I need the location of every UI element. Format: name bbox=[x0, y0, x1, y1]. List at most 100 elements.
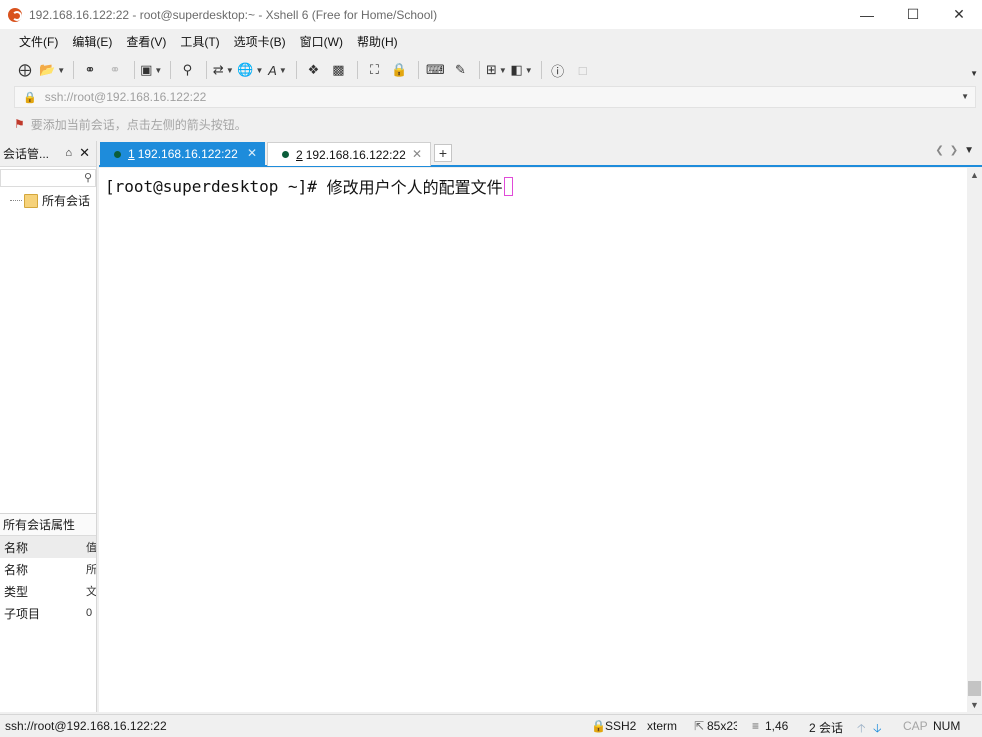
toolbar-divider bbox=[540, 61, 542, 79]
new-tab-button[interactable]: ⊞ ▼ bbox=[485, 59, 507, 81]
disconnect-button[interactable]: ⚭ bbox=[104, 59, 126, 81]
scroll-down-icon[interactable]: ▼ bbox=[970, 700, 979, 710]
menu-help[interactable]: 帮助(H) bbox=[350, 33, 405, 50]
layout-button[interactable]: ◧ ▼ bbox=[510, 59, 532, 81]
xftp-icon: ❖ bbox=[307, 62, 320, 77]
menu-tools[interactable]: 工具(T) bbox=[173, 33, 226, 50]
close-icon[interactable]: ✕ bbox=[79, 145, 90, 161]
close-tab-icon[interactable]: ✕ bbox=[412, 147, 422, 161]
chevron-right-icon[interactable]: ❯ bbox=[950, 145, 958, 156]
transfer-button[interactable]: ⇄ ▼ bbox=[212, 59, 234, 81]
scrollbar-thumb[interactable] bbox=[968, 681, 981, 696]
address-bar[interactable]: 🔒 ssh://root@192.168.16.122:22 ▼ bbox=[14, 86, 976, 108]
tab-navigation: ❮ ❯ ▼ bbox=[935, 145, 974, 156]
menu-tabs[interactable]: 选项卡(B) bbox=[227, 33, 293, 50]
lock-button[interactable]: 🔒 bbox=[388, 59, 410, 81]
pin-icon[interactable]: ⌂ bbox=[65, 147, 72, 159]
chevron-down-icon: ▼ bbox=[154, 65, 163, 75]
open-button[interactable]: 📂 ▼ bbox=[39, 59, 65, 81]
chevron-left-icon[interactable]: ❮ bbox=[935, 145, 943, 156]
properties-row: 名称 所 bbox=[0, 558, 96, 580]
add-session-arrow-icon[interactable]: ⚑ bbox=[14, 117, 25, 131]
xmanager-button[interactable]: ▩ bbox=[327, 59, 349, 81]
chevron-down-icon: ▼ bbox=[498, 65, 507, 75]
connected-status-icon bbox=[282, 151, 289, 158]
chevron-down-icon[interactable]: ▼ bbox=[961, 92, 969, 101]
properties-row: 类型 文 bbox=[0, 580, 96, 602]
session-manager-title: 会话管... bbox=[3, 147, 50, 161]
tab-session-2[interactable]: 2 192.168.16.122:22 ✕ bbox=[267, 142, 431, 166]
search-icon: ⚲ bbox=[83, 172, 92, 184]
chevron-down-icon[interactable]: ▼ bbox=[964, 145, 974, 156]
unlink-icon: ⚭ bbox=[109, 62, 121, 77]
connected-status-icon bbox=[114, 150, 121, 158]
globe-icon: 🌐 bbox=[237, 62, 254, 77]
reconnect-button[interactable]: ⚭ bbox=[79, 59, 101, 81]
add-tab-icon: ⊞ bbox=[486, 62, 497, 77]
xftp-button[interactable]: ❖ bbox=[302, 59, 324, 81]
window-controls: — ☐ ✕ bbox=[844, 0, 982, 29]
help-button[interactable]: ⓘ bbox=[547, 59, 569, 81]
property-value: 0 bbox=[86, 607, 93, 619]
menu-window[interactable]: 窗口(W) bbox=[293, 33, 350, 50]
encoding-button[interactable]: 🌐 ▼ bbox=[237, 59, 263, 81]
session-manager-header: 会话管... ⌂ ✕ bbox=[0, 141, 96, 167]
terminal-area[interactable]: [root@superdesktop ~]# 修改用户个人的配置文件 bbox=[99, 168, 967, 712]
toolbar-divider bbox=[296, 61, 298, 79]
tab-label: 192.168.16.122:22 bbox=[137, 147, 238, 161]
minimize-icon: — bbox=[860, 6, 874, 23]
close-tab-icon[interactable]: ✕ bbox=[247, 146, 257, 160]
font-button[interactable]: A ▼ bbox=[266, 59, 288, 81]
property-value: 文 bbox=[86, 586, 96, 598]
add-tab-button[interactable]: + bbox=[434, 144, 452, 162]
tab-session-1[interactable]: 1 192.168.16.122:22 ✕ bbox=[100, 142, 265, 166]
menu-bar: 文件(F) 编辑(E) 查看(V) 工具(T) 选项卡(B) 窗口(W) 帮助(… bbox=[0, 29, 982, 54]
transfer-icon: ⇄ bbox=[212, 62, 224, 77]
new-session-button[interactable]: ⨁ bbox=[14, 59, 36, 81]
minimize-button[interactable]: — bbox=[844, 0, 890, 29]
session-search-input[interactable]: ⚲ bbox=[0, 169, 96, 187]
fullscreen-icon: ⛶ bbox=[369, 62, 379, 77]
terminal-prompt: [root@superdesktop ~]# bbox=[105, 176, 327, 196]
status-connection: ssh://root@192.168.16.122:22 bbox=[5, 719, 167, 733]
find-button[interactable]: ⚲ bbox=[176, 59, 198, 81]
status-protocol: SSH2 bbox=[605, 719, 637, 733]
keyboard-button[interactable]: ⌨ bbox=[424, 59, 446, 81]
close-button[interactable]: ✕ bbox=[936, 0, 982, 29]
menu-file[interactable]: 文件(F) bbox=[12, 33, 65, 50]
chevron-down-icon: ▼ bbox=[255, 65, 264, 75]
tree-connector bbox=[10, 200, 22, 201]
lock-icon: 🔒 bbox=[391, 62, 408, 77]
tree-item-all-sessions[interactable]: 所有会话 bbox=[10, 192, 90, 209]
properties-button[interactable]: ▣ ▼ bbox=[140, 59, 162, 81]
terminal-line: [root@superdesktop ~]# 修改用户个人的配置文件 bbox=[105, 174, 513, 198]
tab-number: 1 bbox=[128, 147, 135, 161]
chat-button[interactable]: □ bbox=[572, 59, 594, 81]
chevron-down-icon: ▼ bbox=[225, 65, 234, 75]
layout-icon: ◧ bbox=[510, 62, 523, 77]
font-icon: A bbox=[268, 62, 277, 78]
hint-bar: ⚑ 要添加当前会话，点击左侧的箭头按钮。 bbox=[14, 113, 247, 135]
menu-view[interactable]: 查看(V) bbox=[119, 33, 173, 50]
scroll-up-icon[interactable]: ▲ bbox=[970, 170, 979, 180]
terminal-scrollbar[interactable]: ▲ ▼ bbox=[967, 168, 982, 712]
properties-title: 所有会话属性 bbox=[0, 514, 96, 536]
toolbar-overflow-icon[interactable]: ▼ bbox=[970, 69, 978, 78]
toolbar-divider bbox=[418, 61, 420, 79]
properties-header-name: 名称 bbox=[4, 540, 29, 555]
status-session-count: 2 会话 bbox=[809, 721, 844, 735]
menu-edit[interactable]: 编辑(E) bbox=[65, 33, 119, 50]
help-icon: ⓘ bbox=[551, 63, 565, 79]
maximize-button[interactable]: ☐ bbox=[890, 0, 936, 29]
properties-row: 子项目 0 bbox=[0, 602, 96, 624]
toolbar-divider bbox=[134, 61, 136, 79]
properties-header-row: 名称 值 bbox=[0, 536, 96, 558]
compose-button[interactable]: ✎ bbox=[449, 59, 471, 81]
folder-open-icon: 📂 bbox=[39, 62, 56, 77]
xshell-app-icon bbox=[8, 7, 22, 22]
address-input[interactable]: ssh://root@192.168.16.122:22 bbox=[45, 90, 207, 104]
toolbar-divider bbox=[206, 61, 208, 79]
fullscreen-button[interactable]: ⛶ bbox=[363, 59, 385, 81]
resize-icon: ⇱ bbox=[694, 719, 705, 733]
status-caps-lock: CAP bbox=[903, 719, 928, 733]
